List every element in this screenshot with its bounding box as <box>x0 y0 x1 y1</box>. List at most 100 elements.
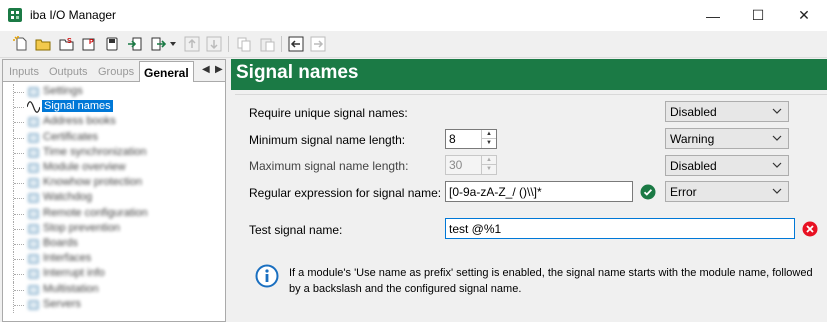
tree-connector <box>13 114 25 131</box>
tab-scroll-right-icon[interactable]: ▶ <box>215 64 223 75</box>
tree-connector <box>13 296 25 313</box>
tab-outputs[interactable]: Outputs <box>45 63 92 82</box>
max-length-value: 30 <box>449 158 463 172</box>
increment-icon[interactable]: ▲ <box>482 130 496 139</box>
chevron-down-icon <box>772 108 782 114</box>
tree-connector <box>13 266 25 283</box>
move-up-icon[interactable] <box>183 35 201 53</box>
tree-item[interactable]: Remote configuration <box>3 205 225 222</box>
export-icon[interactable] <box>150 35 168 53</box>
max-length-severity-select[interactable]: Disabled <box>665 155 789 176</box>
max-length-severity-value: Disabled <box>670 159 717 173</box>
tree-item-label: Certificates <box>43 130 99 143</box>
tab-scroll-left-icon[interactable]: ◀ <box>202 64 210 75</box>
settings-node-icon <box>28 284 39 295</box>
tree-item[interactable]: Multistation <box>3 281 225 298</box>
regex-field[interactable] <box>445 181 633 202</box>
tab-inputs[interactable]: Inputs <box>5 63 43 82</box>
test-name-field[interactable] <box>445 218 795 239</box>
settings-node-icon <box>28 132 39 143</box>
tree-item-label: Knowhow protection <box>43 176 143 189</box>
tree-connector <box>13 160 25 176</box>
regex-input[interactable] <box>446 182 632 201</box>
tree-item[interactable]: Module overview <box>3 160 225 176</box>
tree-item-label: Watchdog <box>43 191 93 204</box>
tree-item[interactable]: Interrupt info <box>3 266 225 283</box>
min-length-label: Minimum signal name length: <box>249 133 406 147</box>
minimize-button[interactable]: — <box>690 0 736 31</box>
min-length-stepper[interactable]: 8 ▲ ▼ <box>445 129 497 149</box>
page-title: Signal names <box>236 62 359 83</box>
tree-item[interactable]: Servers <box>3 296 225 313</box>
chevron-down-icon <box>772 188 782 194</box>
tree-item[interactable]: Settings <box>3 84 225 100</box>
regex-label: Regular expression for signal name: <box>249 186 442 200</box>
settings-node-icon <box>28 87 39 97</box>
tree-connector <box>13 281 25 298</box>
window-title: iba I/O Manager <box>30 8 117 22</box>
save-copy-icon[interactable] <box>103 35 121 53</box>
tree-item[interactable]: Watchdog <box>3 190 225 207</box>
settings-node-icon <box>28 193 39 204</box>
tree-item[interactable]: Time synchronization <box>3 144 225 161</box>
signal-wave-icon <box>27 101 40 114</box>
import-icon[interactable] <box>126 35 144 53</box>
tree-item-label: Address books <box>43 115 116 128</box>
back-icon[interactable] <box>287 35 305 53</box>
save-all-icon[interactable]: P <box>80 35 98 53</box>
unique-names-severity-value: Disabled <box>670 105 717 119</box>
test-name-input[interactable] <box>446 219 794 238</box>
unique-names-severity-select[interactable]: Disabled <box>665 101 789 122</box>
settings-node-icon <box>28 163 39 173</box>
settings-node-icon <box>28 178 39 189</box>
tree-connector <box>13 205 25 222</box>
settings-node-icon <box>28 269 39 280</box>
navigation-pane: Inputs Outputs Groups General ◀ ▶ Settin… <box>2 59 226 322</box>
chevron-down-icon[interactable] <box>168 35 178 53</box>
maximize-button[interactable]: ☐ <box>735 0 781 31</box>
new-icon[interactable] <box>12 35 30 53</box>
svg-text:S: S <box>67 38 72 45</box>
settings-tree: Settings Signal names Address books Certifi… <box>3 83 225 321</box>
tree-item[interactable]: Stop prevention <box>3 220 225 237</box>
tree-item-label: Settings <box>43 85 83 97</box>
tree-connector <box>13 99 25 116</box>
max-length-stepper[interactable]: 30 ▲ ▼ <box>445 155 497 175</box>
decrement-icon[interactable]: ▼ <box>482 139 496 148</box>
min-length-severity-select[interactable]: Warning <box>665 128 789 149</box>
copy-icon[interactable] <box>235 35 253 53</box>
title-bar: iba I/O Manager — ☐ ✕ <box>0 0 827 31</box>
forward-icon[interactable] <box>309 35 327 53</box>
test-name-label: Test signal name: <box>249 223 343 237</box>
tree-item-label: Boards <box>43 237 78 249</box>
regex-severity-select[interactable]: Error <box>665 181 789 202</box>
increment-icon[interactable]: ▲ <box>482 156 496 165</box>
signal-names-form: Require unique signal names: Disabled Mi… <box>235 94 827 322</box>
open-icon[interactable] <box>34 35 52 53</box>
tree-item[interactable]: Boards <box>3 236 225 252</box>
tree-item[interactable]: Knowhow protection <box>3 175 225 192</box>
tree-item[interactable]: Certificates <box>3 129 225 146</box>
tree-item[interactable]: Address books <box>3 114 225 131</box>
tree-item[interactable]: Interfaces <box>3 251 225 268</box>
tree-item[interactable]: Signal names <box>3 99 225 116</box>
close-button[interactable]: ✕ <box>781 0 827 31</box>
settings-node-icon <box>28 223 39 234</box>
tab-groups[interactable]: Groups <box>94 63 138 82</box>
settings-node-icon <box>28 299 39 310</box>
tree-connector <box>13 190 25 207</box>
save-icon[interactable]: S <box>57 35 75 53</box>
decrement-icon[interactable]: ▼ <box>482 165 496 174</box>
settings-node-icon <box>28 117 39 128</box>
panel-header: Signal names <box>231 59 827 90</box>
tree-item-label: Servers <box>43 297 81 310</box>
move-down-icon[interactable] <box>205 35 223 53</box>
chevron-down-icon <box>772 135 782 141</box>
tree-connector <box>13 84 25 100</box>
tree-connector <box>13 175 25 192</box>
paste-icon[interactable] <box>258 35 276 53</box>
error-icon <box>802 221 818 237</box>
toolbar: S P <box>0 31 827 58</box>
unique-names-label: Require unique signal names: <box>249 106 408 120</box>
tab-general[interactable]: General <box>139 61 194 82</box>
